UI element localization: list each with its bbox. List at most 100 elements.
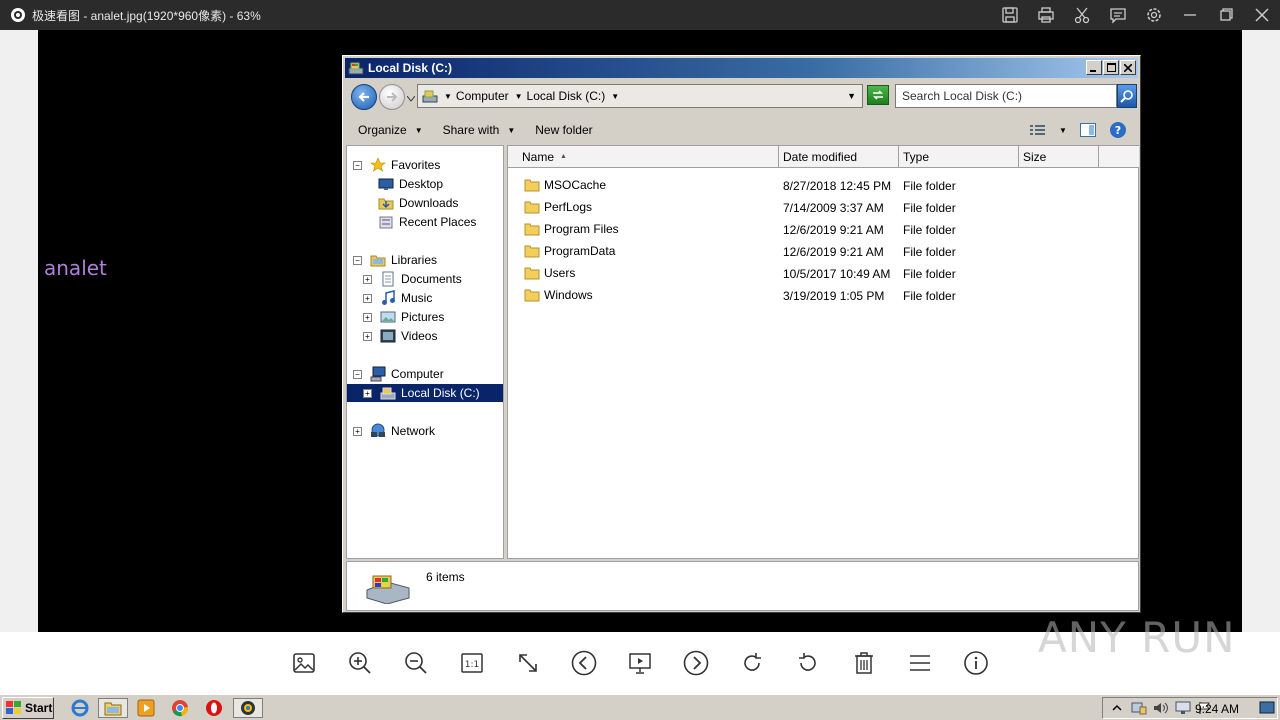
drive-icon — [348, 62, 364, 75]
taskbar: Start 9:24 AM — [0, 694, 1280, 720]
file-row[interactable]: ProgramData 12/6/2019 9:21 AM File folde… — [508, 240, 1138, 262]
column-header-name[interactable]: Name ▲ — [508, 146, 779, 168]
file-list: Name ▲ Date modified Type Size MSOCache 8… — [507, 145, 1139, 559]
file-row[interactable]: Windows 3/19/2019 1:05 PM File folder — [508, 284, 1138, 306]
file-row[interactable]: Program Files 12/6/2019 9:21 AM File fol… — [508, 218, 1138, 240]
nav-pictures[interactable]: + Pictures — [363, 308, 444, 326]
breadcrumb-computer[interactable]: ▼ Computer — [444, 89, 509, 103]
network-tray-icon[interactable] — [1175, 700, 1191, 716]
explorer-titlebar: Local Disk (C:) — [345, 58, 1138, 78]
explorer-maximize-button[interactable] — [1103, 60, 1119, 75]
nav-recent-places[interactable]: Recent Places — [378, 213, 476, 231]
collapse-icon[interactable]: − — [353, 255, 362, 265]
explorer-icon[interactable] — [98, 698, 128, 718]
pictures-icon — [380, 311, 396, 323]
details-pane: 6 items — [346, 561, 1139, 611]
folder-icon — [524, 201, 540, 214]
ie-icon[interactable] — [70, 698, 90, 718]
history-dropdown-icon[interactable] — [406, 91, 416, 105]
folder-icon — [524, 245, 540, 258]
image-viewer-icon[interactable] — [233, 698, 263, 718]
close-icon[interactable] — [1244, 0, 1280, 30]
comment-icon[interactable] — [1100, 0, 1136, 30]
views-dropdown-icon[interactable]: ▼ — [1058, 120, 1068, 140]
settings-icon[interactable] — [1136, 0, 1172, 30]
show-desktop-icon[interactable] — [1259, 700, 1275, 716]
address-bar[interactable]: ▼ Computer ▼ Local Disk (C:) ▼ ▼ — [417, 84, 863, 108]
expand-icon[interactable]: + — [363, 388, 372, 398]
slideshow-icon[interactable] — [623, 646, 657, 680]
fit-icon[interactable] — [511, 646, 545, 680]
search-input[interactable]: Search Local Disk (C:) — [895, 84, 1117, 108]
column-header-date[interactable]: Date modified — [779, 146, 899, 168]
volume-icon[interactable] — [1153, 700, 1169, 716]
save-icon[interactable] — [992, 0, 1028, 30]
actual-size-icon[interactable]: 1:1 — [455, 646, 489, 680]
next-icon[interactable] — [679, 646, 713, 680]
maximize-icon[interactable] — [1208, 0, 1244, 30]
file-row[interactable]: MSOCache 8/27/2018 12:45 PM File folder — [508, 174, 1138, 196]
media-player-icon[interactable] — [136, 698, 156, 718]
zoom-in-icon[interactable] — [343, 646, 377, 680]
music-icon — [382, 290, 395, 305]
minimize-icon[interactable] — [1172, 0, 1208, 30]
tray-expand-icon[interactable] — [1109, 700, 1125, 716]
nav-documents[interactable]: + Documents — [363, 270, 462, 288]
image-caption: analet — [44, 256, 107, 280]
explorer-minimize-button[interactable] — [1086, 60, 1102, 75]
info-icon[interactable] — [959, 646, 993, 680]
nav-favorites[interactable]: − Favorites — [353, 156, 440, 174]
rotate-left-icon[interactable] — [791, 646, 825, 680]
cut-icon[interactable] — [1064, 0, 1100, 30]
nav-computer[interactable]: − Computer — [353, 365, 444, 383]
nav-desktop[interactable]: Desktop — [378, 175, 443, 193]
action-center-icon[interactable] — [1131, 700, 1147, 716]
expand-icon[interactable]: + — [353, 426, 362, 436]
share-with-button[interactable]: Share with ▼ — [443, 123, 516, 137]
network-icon — [371, 423, 385, 437]
nav-libraries[interactable]: − Libraries — [353, 251, 437, 269]
refresh-button[interactable] — [867, 85, 889, 105]
column-header-filler — [1099, 146, 1139, 168]
views-icon[interactable] — [1028, 120, 1048, 140]
nav-music[interactable]: + Music — [363, 289, 432, 307]
opera-icon[interactable] — [204, 698, 224, 718]
zoom-out-icon[interactable] — [399, 646, 433, 680]
recent-places-icon — [379, 216, 393, 229]
chrome-icon[interactable] — [170, 698, 190, 718]
print-icon[interactable] — [1028, 0, 1064, 30]
nav-local-disk[interactable]: + Local Disk (C:) — [347, 384, 503, 402]
menu-icon[interactable] — [903, 646, 937, 680]
prev-icon[interactable] — [567, 646, 601, 680]
forward-button[interactable] — [379, 84, 405, 110]
expand-icon[interactable]: + — [363, 293, 372, 303]
help-icon[interactable]: ? — [1108, 120, 1128, 140]
nav-network[interactable]: + Network — [353, 422, 435, 440]
organize-button[interactable]: Organize ▼ — [358, 123, 423, 137]
expand-icon[interactable]: + — [363, 331, 372, 341]
back-button[interactable] — [351, 84, 377, 110]
start-button[interactable]: Start — [2, 697, 54, 719]
collapse-icon[interactable]: − — [353, 160, 362, 170]
delete-icon[interactable] — [847, 646, 881, 680]
column-header-size[interactable]: Size — [1019, 146, 1099, 168]
new-folder-button[interactable]: New folder — [535, 123, 592, 137]
explorer-close-button[interactable] — [1120, 60, 1136, 75]
rotate-right-icon[interactable] — [735, 646, 769, 680]
expand-icon[interactable]: + — [363, 274, 372, 284]
folder-icon — [524, 223, 540, 236]
collapse-icon[interactable]: − — [353, 369, 362, 379]
expand-icon[interactable]: + — [363, 312, 372, 322]
preview-pane-icon[interactable] — [1078, 120, 1098, 140]
nav-downloads[interactable]: Downloads — [378, 194, 458, 212]
address-row: ▼ Computer ▼ Local Disk (C:) ▼ ▼ Search Loc… — [345, 80, 1138, 114]
nav-videos[interactable]: + Videos — [363, 327, 437, 345]
search-icon[interactable] — [1117, 84, 1137, 108]
file-row[interactable]: Users 10/5/2017 10:49 AM File folder — [508, 262, 1138, 284]
address-dropdown-icon[interactable]: ▼ — [847, 91, 856, 101]
file-row[interactable]: PerfLogs 7/14/2009 3:37 AM File folder — [508, 196, 1138, 218]
breadcrumb-local-disk[interactable]: ▼ Local Disk (C:) ▼ — [515, 89, 624, 103]
column-header-type[interactable]: Type — [899, 146, 1019, 168]
image-icon[interactable] — [287, 646, 321, 680]
folder-icon — [524, 267, 540, 280]
